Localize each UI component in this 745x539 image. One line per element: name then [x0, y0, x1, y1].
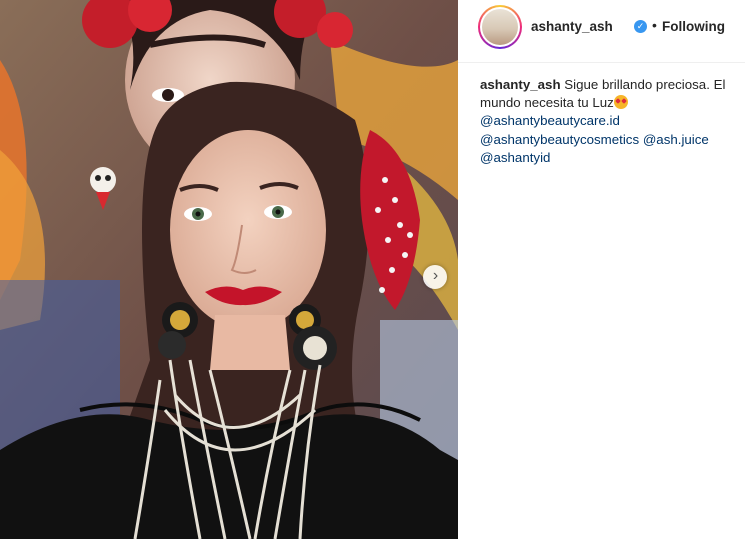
avatar-image: [482, 9, 518, 45]
post-photo[interactable]: ›: [0, 0, 458, 539]
portrait-image: [0, 0, 458, 539]
post-header: ashanty_ash ✓ • Following: [458, 0, 745, 63]
avatar[interactable]: [478, 5, 522, 49]
post-side-panel: ashanty_ash ✓ • Following ashanty_ash Si…: [458, 0, 745, 539]
separator-dot: •: [652, 17, 657, 33]
mention-link[interactable]: @ashantybeautycare.id: [480, 113, 620, 128]
following-button[interactable]: Following: [662, 19, 725, 34]
post-caption: ashanty_ash Sigue brillando preciosa. El…: [480, 76, 732, 167]
mention-link[interactable]: @ashantybeautycosmetics: [480, 132, 639, 147]
star-struck-emoji-icon: [613, 95, 628, 110]
carousel-next-button[interactable]: ›: [423, 265, 447, 289]
avatar-ring: [480, 7, 520, 47]
mention-link[interactable]: @ash.juice: [643, 132, 709, 147]
caption-username-link[interactable]: ashanty_ash: [480, 77, 561, 92]
verified-badge-icon: ✓: [634, 20, 647, 33]
chevron-right-icon: ›: [432, 267, 439, 284]
username-link[interactable]: ashanty_ash: [531, 19, 613, 34]
mention-link[interactable]: @ashantyid: [480, 150, 550, 165]
